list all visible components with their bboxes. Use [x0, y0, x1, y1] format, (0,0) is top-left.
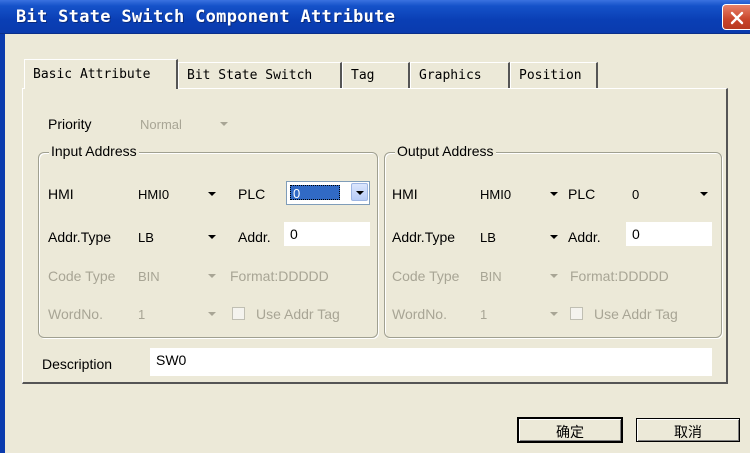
- input-code-type-label: Code Type: [48, 268, 116, 284]
- description-label: Description: [42, 356, 113, 372]
- chevron-down-icon: [208, 235, 216, 239]
- chevron-down-icon: [700, 192, 708, 196]
- input-plc-selection: 0: [290, 185, 340, 201]
- close-button[interactable]: [722, 4, 750, 30]
- chevron-down-icon: [550, 312, 558, 316]
- output-use-addr-tag-label: Use Addr Tag: [594, 306, 678, 322]
- input-hmi-label: HMI: [48, 186, 74, 202]
- output-word-no-value: 1: [480, 307, 488, 322]
- input-code-type-value: BIN: [138, 269, 160, 284]
- description-field[interactable]: SW0: [150, 348, 712, 376]
- chevron-down-icon: [550, 274, 558, 278]
- output-word-no-select: 1: [476, 303, 562, 325]
- output-plc-label: PLC: [568, 186, 596, 202]
- output-format-text: Format:DDDDD: [570, 268, 669, 284]
- chevron-down-icon: [550, 192, 558, 196]
- output-addr-label: Addr.: [568, 229, 601, 245]
- input-code-type-select: BIN: [134, 265, 220, 287]
- input-plc-select[interactable]: 0: [286, 181, 370, 205]
- input-addr-type-select[interactable]: LB: [134, 226, 220, 248]
- output-addr-type-value: LB: [480, 230, 496, 245]
- priority-label: Priority: [48, 116, 92, 132]
- output-addr-field[interactable]: 0: [626, 222, 712, 246]
- output-plc-select[interactable]: 0: [628, 183, 712, 205]
- title-bar[interactable]: Bit State Switch Component Attribute: [0, 0, 750, 34]
- output-hmi-value: HMI0: [480, 187, 512, 202]
- input-plc-value: 0: [293, 186, 301, 201]
- priority-value: Normal: [140, 117, 182, 132]
- tab-graphics[interactable]: Graphics: [410, 62, 510, 88]
- input-addr-type-label: Addr.Type: [48, 229, 112, 245]
- cancel-button[interactable]: 取消: [636, 418, 740, 442]
- tab-tag[interactable]: Tag: [342, 62, 410, 88]
- close-icon: [730, 11, 744, 25]
- ok-button[interactable]: 确定: [517, 417, 623, 443]
- input-word-no-value: 1: [138, 307, 146, 322]
- chevron-down-icon: [208, 192, 216, 196]
- tab-bit-state-switch[interactable]: Bit State Switch: [178, 62, 342, 88]
- chevron-down-icon: [208, 274, 216, 278]
- tab-position[interactable]: Position: [510, 62, 598, 88]
- input-use-addr-tag-label: Use Addr Tag: [256, 306, 340, 322]
- input-addr-field[interactable]: 0: [284, 222, 370, 246]
- description-value: SW0: [156, 352, 187, 368]
- output-hmi-select[interactable]: HMI0: [476, 183, 562, 205]
- input-plc-label: PLC: [238, 186, 266, 202]
- output-code-type-label: Code Type: [392, 268, 460, 284]
- input-addr-value: 0: [290, 226, 298, 242]
- output-code-type-value: BIN: [480, 269, 502, 284]
- input-address-title: Input Address: [49, 143, 139, 159]
- output-addr-value: 0: [632, 226, 640, 242]
- tab-basic-attribute[interactable]: Basic Attribute: [24, 59, 178, 89]
- window-title: Bit State Switch Component Attribute: [16, 7, 396, 27]
- output-word-no-label: WordNo.: [392, 306, 447, 322]
- output-addr-type-select[interactable]: LB: [476, 226, 562, 248]
- chevron-down-icon: [356, 191, 364, 195]
- output-addr-type-label: Addr.Type: [392, 229, 456, 245]
- input-hmi-value: HMI0: [138, 187, 170, 202]
- output-plc-value: 0: [632, 187, 640, 202]
- input-use-addr-tag-checkbox: [232, 307, 245, 320]
- window-border: [0, 34, 5, 453]
- output-code-type-select: BIN: [476, 265, 562, 287]
- input-addr-type-value: LB: [138, 230, 154, 245]
- input-hmi-select[interactable]: HMI0: [134, 183, 220, 205]
- input-addr-label: Addr.: [238, 229, 271, 245]
- priority-select: Normal: [136, 113, 232, 135]
- input-plc-dropdown-button[interactable]: [351, 183, 368, 201]
- input-format-text: Format:DDDDD: [230, 268, 329, 284]
- chevron-down-icon: [220, 122, 228, 126]
- output-hmi-label: HMI: [392, 186, 418, 202]
- input-word-no-select: 1: [134, 303, 220, 325]
- chevron-down-icon: [208, 312, 216, 316]
- output-address-title: Output Address: [395, 143, 496, 159]
- input-word-no-label: WordNo.: [48, 306, 103, 322]
- chevron-down-icon: [550, 235, 558, 239]
- output-use-addr-tag-checkbox: [570, 307, 583, 320]
